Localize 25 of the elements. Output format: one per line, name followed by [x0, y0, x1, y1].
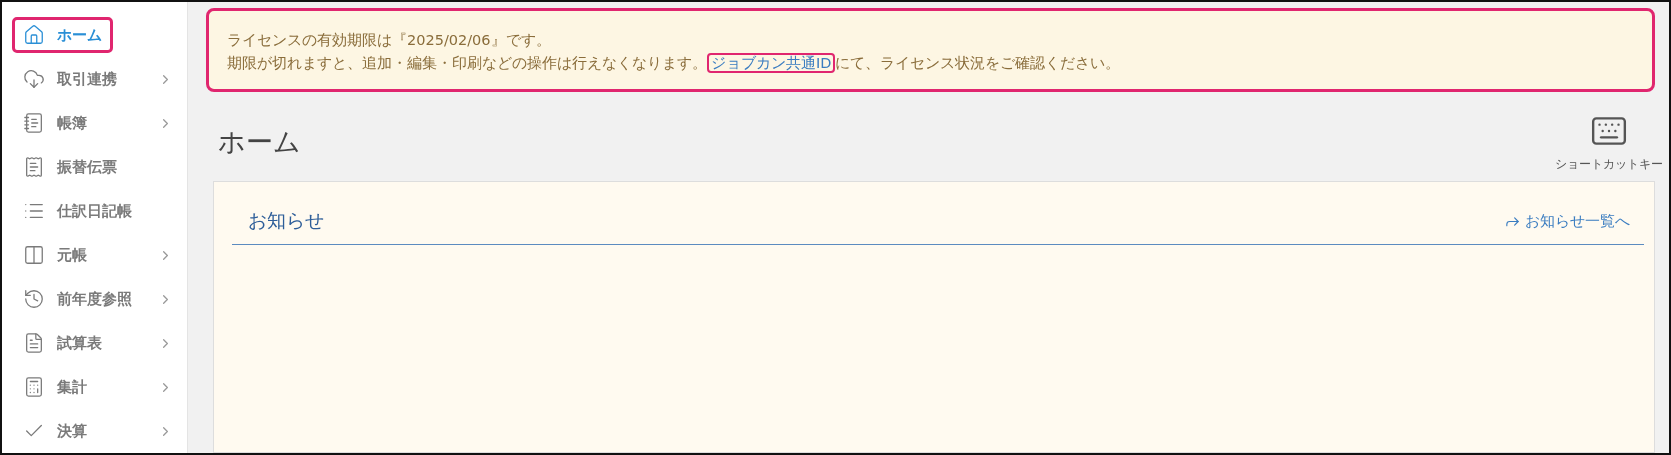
sidebar-item[interactable]: 仕訳日記帳	[12, 193, 143, 229]
home-icon	[23, 24, 45, 46]
sidebar-item[interactable]: 帳簿	[12, 105, 98, 141]
history-icon	[23, 288, 45, 310]
cloud-icon	[23, 68, 45, 90]
sidebar-item[interactable]: 決算	[12, 413, 98, 449]
columns-icon	[23, 244, 45, 266]
card-title: お知らせ	[248, 208, 324, 233]
sidebar-item[interactable]: ホーム	[12, 17, 113, 53]
sidebar-item[interactable]: 元帳	[12, 237, 98, 273]
page-title: ホーム	[218, 125, 301, 159]
common-id-link[interactable]: ジョブカン共通ID	[707, 53, 836, 73]
notices-link[interactable]: お知らせ一覧へ	[1504, 211, 1630, 231]
document-icon	[23, 332, 45, 354]
sidebar-item[interactable]: 試算表	[12, 325, 113, 361]
calculator-icon	[23, 376, 45, 398]
sidebar-item[interactable]: 取引連携	[12, 61, 128, 97]
banner-text: ライセンスの有効期限は『2025/02/06』です。	[227, 31, 552, 50]
book-icon	[23, 112, 45, 134]
sidebar-item[interactable]: 集計	[12, 369, 98, 405]
shortcut-button[interactable]: ショートカットキー	[1555, 112, 1663, 173]
banner-text: 期限が切れますと、追加・編集・印刷などの操作は行えなくなります。 ジョブカン共通ID にて、ライセンス状況をご確認ください。	[227, 52, 1122, 75]
sidebar-item[interactable]: 前年度参照	[12, 281, 143, 317]
sidebar-item[interactable]: 振替伝票	[12, 149, 128, 185]
receipt-icon	[23, 156, 45, 178]
